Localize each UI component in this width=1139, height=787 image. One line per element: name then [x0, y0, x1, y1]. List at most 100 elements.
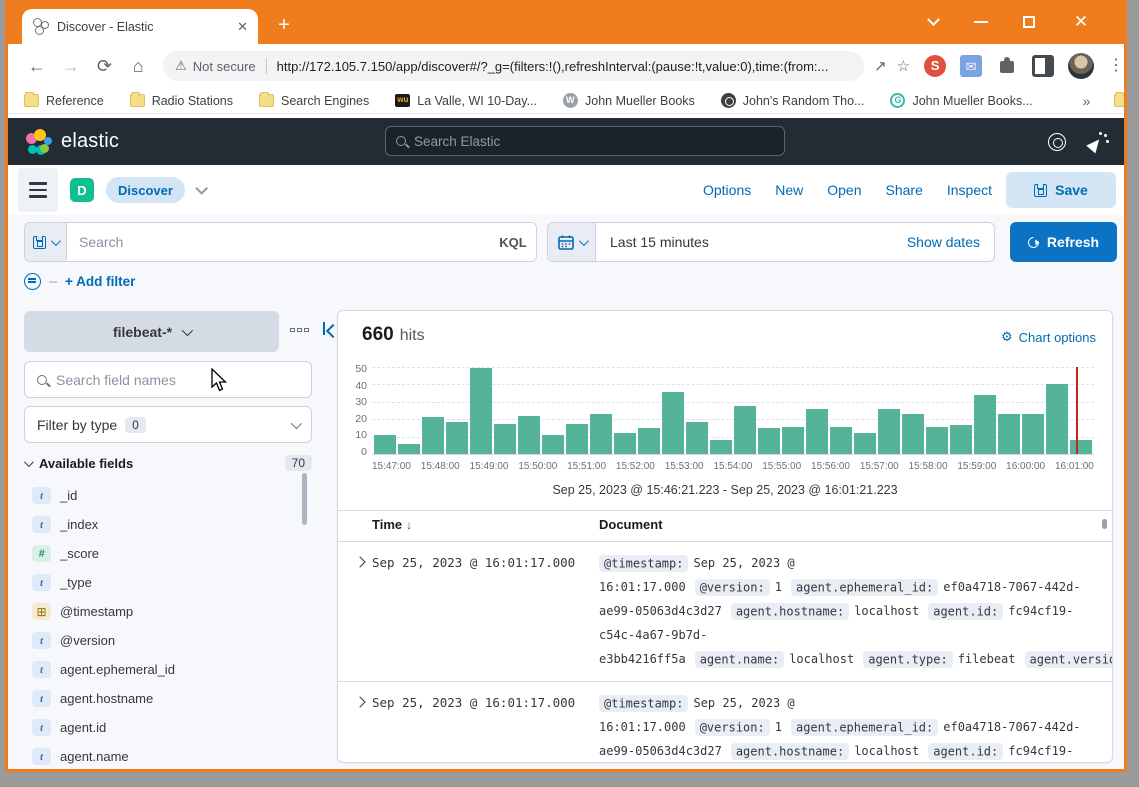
expand-row-icon[interactable] [352, 695, 368, 711]
histogram-bar[interactable] [638, 428, 660, 454]
forward-icon[interactable]: → [56, 51, 86, 81]
calendar-icon[interactable] [548, 223, 596, 261]
histogram-bar[interactable] [686, 422, 708, 454]
extension-s-icon[interactable]: S [924, 55, 946, 77]
field-item[interactable]: t _id [32, 481, 294, 510]
new-tab-button[interactable]: + [270, 11, 298, 39]
histogram-bar[interactable] [734, 406, 756, 454]
field-key-badge[interactable]: agent.type: [863, 651, 952, 668]
home-icon[interactable]: ⌂ [123, 51, 153, 81]
bookmark-item[interactable]: Radio Stations [130, 94, 233, 108]
appbar-action-link[interactable]: Share [886, 182, 923, 198]
appbar-action-link[interactable]: Open [827, 182, 861, 198]
histogram-bar[interactable] [494, 424, 516, 454]
global-search-input[interactable] [414, 134, 774, 149]
field-item[interactable]: ⊞ @timestamp [32, 597, 294, 626]
field-key-badge[interactable]: @timestamp: [599, 555, 688, 572]
browser-menu-icon[interactable] [1108, 55, 1124, 77]
query-search-input[interactable] [67, 223, 490, 261]
breadcrumb[interactable]: Discover [106, 177, 185, 203]
field-item[interactable]: t agent.id [32, 713, 294, 742]
data-view-picker[interactable]: filebeat-* [24, 311, 279, 352]
back-icon[interactable]: ← [22, 51, 52, 81]
histogram-bar[interactable] [782, 427, 804, 454]
field-key-badge[interactable]: @version: [695, 579, 770, 596]
field-key-badge[interactable]: agent.ephemeral_id: [791, 719, 938, 736]
saved-query-icon[interactable] [25, 223, 67, 261]
column-header-time[interactable]: Time↓ [372, 517, 412, 532]
extension-reader-icon[interactable] [1032, 55, 1054, 77]
histogram-bar[interactable] [470, 368, 492, 454]
histogram-bar[interactable] [710, 440, 732, 454]
histogram-bar[interactable] [1070, 440, 1092, 454]
histogram-bar[interactable] [878, 409, 900, 454]
field-key-badge[interactable]: agent.version: [1025, 651, 1114, 668]
window-close-button[interactable]: ✕ [1058, 0, 1104, 44]
histogram-bar[interactable] [422, 417, 444, 454]
histogram-bar[interactable] [854, 433, 876, 454]
sort-descending-icon[interactable]: ↓ [406, 518, 412, 532]
bookmarks-overflow-chevron[interactable]: » [1083, 93, 1091, 109]
field-item[interactable]: t agent.name [32, 742, 294, 771]
appbar-action-link[interactable]: Options [703, 182, 751, 198]
histogram-bar[interactable] [662, 392, 684, 454]
histogram-bar[interactable] [1046, 384, 1068, 454]
space-badge[interactable]: D [70, 178, 94, 202]
show-dates-link[interactable]: Show dates [893, 223, 994, 261]
all-bookmarks-item[interactable]: All Bookmarks [1114, 94, 1127, 108]
histogram-bar[interactable] [974, 395, 996, 454]
field-item[interactable]: # _score [32, 539, 294, 568]
field-key-badge[interactable]: @timestamp: [599, 695, 688, 712]
chart-options-button[interactable]: ⚙ Chart options [1001, 329, 1096, 345]
newsfeed-icon[interactable] [1088, 132, 1108, 152]
field-item[interactable]: t agent.hostname [32, 684, 294, 713]
table-scrollbar[interactable] [1102, 519, 1107, 529]
chevron-down-icon[interactable] [195, 182, 208, 195]
field-key-badge[interactable]: agent.id: [928, 603, 1003, 620]
bookmark-item[interactable]: John Mueller Books... [890, 93, 1032, 108]
bookmark-star-icon[interactable]: ☆ [897, 57, 910, 75]
histogram-bar[interactable] [902, 414, 924, 454]
field-item[interactable]: t @version [32, 626, 294, 655]
field-options-icon[interactable] [290, 323, 312, 337]
field-item[interactable]: t _type [32, 568, 294, 597]
filter-by-type-dropdown[interactable]: Filter by type 0 [24, 406, 312, 443]
column-header-document[interactable]: Document [599, 517, 663, 532]
histogram-bar[interactable] [566, 424, 588, 454]
filter-menu-icon[interactable] [24, 273, 41, 290]
security-label[interactable]: Not secure [193, 59, 256, 74]
tab-close-icon[interactable]: ✕ [237, 19, 248, 35]
help-icon[interactable] [1048, 133, 1066, 151]
kql-language-button[interactable]: KQL [490, 223, 536, 261]
histogram-bar[interactable] [446, 422, 468, 454]
fields-scrollbar[interactable] [302, 473, 307, 525]
histogram-bar[interactable] [398, 444, 420, 454]
field-key-badge[interactable]: @version: [695, 719, 770, 736]
profile-avatar[interactable] [1068, 53, 1094, 79]
histogram-bar[interactable] [950, 425, 972, 454]
bookmark-item[interactable]: Search Engines [259, 94, 369, 108]
field-item[interactable]: t _index [32, 510, 294, 539]
appbar-action-link[interactable]: Inspect [947, 182, 992, 198]
elastic-logo[interactable]: elastic [26, 129, 119, 155]
field-search-box[interactable] [24, 361, 312, 398]
address-bar[interactable]: ⚠ Not secure http://172.105.7.150/app/di… [163, 51, 864, 81]
extension-mail-icon[interactable]: ✉ [960, 55, 982, 77]
extensions-puzzle-icon[interactable] [996, 55, 1018, 77]
bookmark-item[interactable]: Reference [24, 94, 104, 108]
field-item[interactable]: t agent.ephemeral_id [32, 655, 294, 684]
global-search-box[interactable] [385, 126, 785, 156]
expand-row-icon[interactable] [352, 555, 368, 571]
histogram-bar[interactable] [1022, 414, 1044, 454]
histogram-bar[interactable] [998, 414, 1020, 454]
field-key-badge[interactable]: agent.hostname: [731, 603, 849, 620]
field-key-badge[interactable]: agent.hostname: [731, 743, 849, 760]
reload-icon[interactable]: ⟳ [90, 51, 120, 81]
histogram-bar[interactable] [758, 428, 780, 454]
histogram-bar[interactable] [806, 409, 828, 454]
histogram-bar[interactable] [542, 435, 564, 454]
bookmark-item[interactable]: John's Random Tho... [721, 93, 865, 108]
window-minimize-button[interactable] [958, 0, 1004, 44]
browser-tab[interactable]: Discover - Elastic ✕ [22, 9, 258, 44]
histogram-bar[interactable] [830, 427, 852, 454]
